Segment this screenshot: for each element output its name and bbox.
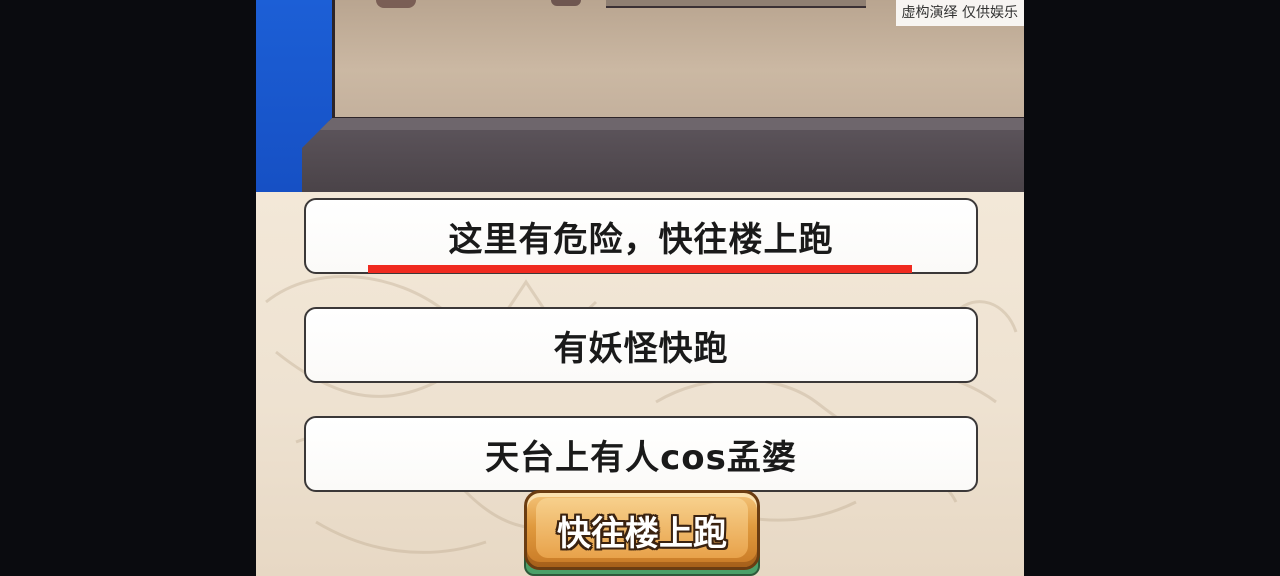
answer-option-label: 天台上有人cos孟婆 (485, 437, 797, 478)
board-mark (551, 0, 581, 6)
game-stage: 虚构演绎 仅供娱乐 这里有危险，快往楼上跑 有妖怪快跑 天台上有人cos孟婆 快… (256, 0, 1024, 576)
answer-option-3[interactable]: 天台上有人cos孟婆 (304, 416, 978, 492)
answer-option-2[interactable]: 有妖怪快跑 (304, 307, 978, 383)
fiction-watermark: 虚构演绎 仅供娱乐 (895, 0, 1024, 26)
answer-option-label: 有妖怪快跑 (553, 328, 729, 369)
board-mark (376, 0, 416, 8)
answer-option-label: 这里有危险，快往楼上跑 (448, 219, 834, 260)
selected-answer-button[interactable]: 快往楼上跑 (524, 490, 760, 576)
counter-ledge-edge (320, 118, 1024, 130)
selected-answer-label: 快往楼上跑 (557, 513, 727, 554)
highlight-underline (368, 265, 912, 273)
answer-option-1[interactable]: 这里有危险，快往楼上跑 (304, 198, 978, 274)
board-top-strip (606, 0, 866, 8)
scene-background: 虚构演绎 仅供娱乐 (256, 0, 1024, 192)
